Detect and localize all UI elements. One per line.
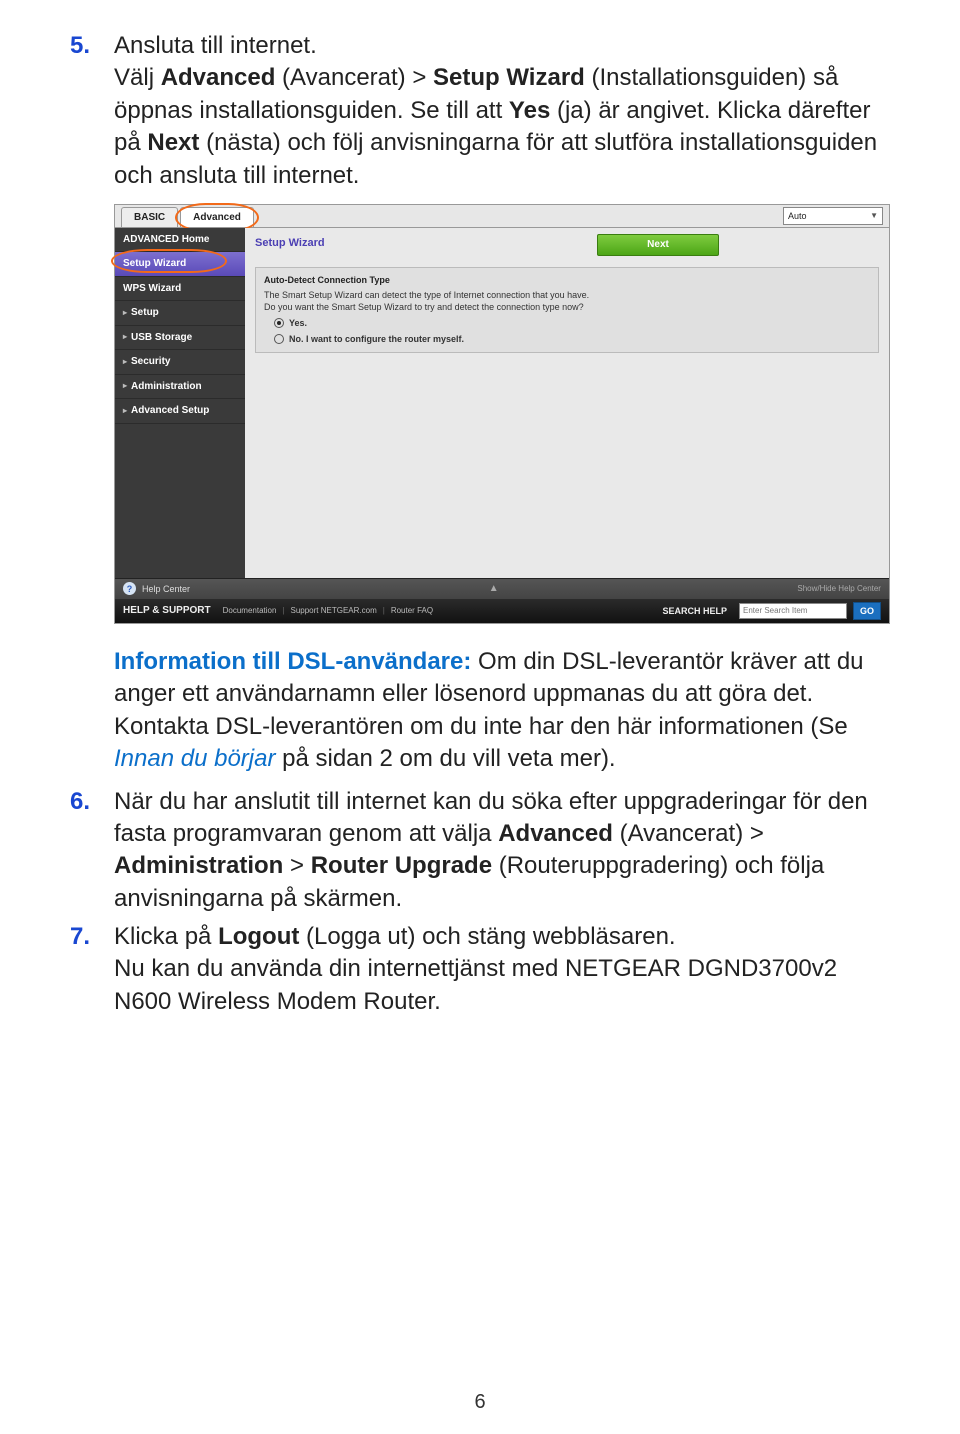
triangle-icon: ▸ [123,308,127,319]
go-button[interactable]: GO [853,602,881,620]
tab-advanced[interactable]: Advanced [180,207,254,227]
router-content: Setup Wizard Next Auto-Detect Connection… [245,228,889,578]
step-number-6: 6. [70,786,114,916]
step-number-7: 7. [70,921,114,1018]
support-faq-link[interactable]: Router FAQ [391,606,433,617]
triangle-icon: ▸ [123,332,127,343]
search-input[interactable]: Enter Search Item [739,603,847,619]
router-screenshot: BASIC Advanced Auto ▼ ADVANCED Home Se [114,204,890,624]
step7-paragraph-2: Nu kan du använda din internettjänst med… [114,953,890,1018]
router-tab-strip: BASIC Advanced Auto ▼ [115,205,889,228]
sidebar-item-wps-wizard[interactable]: WPS Wizard [115,277,245,302]
step5-title: Ansluta till internet. [114,30,890,62]
step6-paragraph: När du har anslutit till internet kan du… [114,786,890,916]
sidebar-item-usb-storage[interactable]: ▸USB Storage [115,326,245,351]
help-center-bar[interactable]: ? Help Center ▲ Show/Hide Help Center [115,578,889,599]
panel-line-1: The Smart Setup Wizard can detect the ty… [264,289,870,301]
sidebar-item-security[interactable]: ▸Security [115,350,245,375]
radio-no[interactable] [274,334,284,344]
radio-yes[interactable] [274,318,284,328]
triangle-icon: ▸ [123,357,127,368]
support-doc-link[interactable]: Documentation [223,606,277,617]
language-dropdown[interactable]: Auto ▼ [783,207,883,225]
step7-paragraph: Klicka på Logout (Logga ut) och stäng we… [114,921,890,953]
dsl-note: Information till DSL-användare: Om din D… [114,646,890,776]
sidebar-item-administration[interactable]: ▸Administration [115,375,245,400]
router-sidebar: ADVANCED Home Setup Wizard WPS Wizard ▸S… [115,228,245,578]
radio-no-row[interactable]: No. I want to configure the router mysel… [274,333,870,345]
innan-link[interactable]: Innan du börjar [114,745,275,772]
triangle-icon: ▸ [123,381,127,392]
page-number: 6 [0,1391,960,1414]
chevron-down-icon: ▼ [870,211,878,222]
content-title: Setup Wizard [255,236,879,251]
help-icon: ? [123,582,136,595]
help-toggle-label[interactable]: Show/Hide Help Center [797,584,881,595]
collapse-arrow-icon: ▲ [489,582,499,596]
tab-basic[interactable]: BASIC [121,207,178,227]
step5-paragraph: Välj Advanced (Avancerat) > Setup Wizard… [114,62,890,192]
search-help-label: SEARCH HELP [662,605,727,617]
sidebar-item-setup[interactable]: ▸Setup [115,301,245,326]
next-button[interactable]: Next [597,234,719,256]
step-number-5: 5. [70,30,114,776]
auto-detect-panel: Auto-Detect Connection Type The Smart Se… [255,267,879,353]
support-site-link[interactable]: Support NETGEAR.com [291,606,377,617]
sidebar-item-advanced-setup[interactable]: ▸Advanced Setup [115,399,245,424]
support-label: HELP & SUPPORT [123,604,211,618]
radio-yes-row[interactable]: Yes. [274,317,870,329]
support-bar: HELP & SUPPORT Documentation | Support N… [115,599,889,623]
panel-line-2: Do you want the Smart Setup Wizard to tr… [264,301,870,313]
sidebar-item-setup-wizard[interactable]: Setup Wizard [115,252,245,277]
sidebar-item-advanced-home[interactable]: ADVANCED Home [115,228,245,253]
panel-title: Auto-Detect Connection Type [264,274,870,286]
triangle-icon: ▸ [123,406,127,417]
